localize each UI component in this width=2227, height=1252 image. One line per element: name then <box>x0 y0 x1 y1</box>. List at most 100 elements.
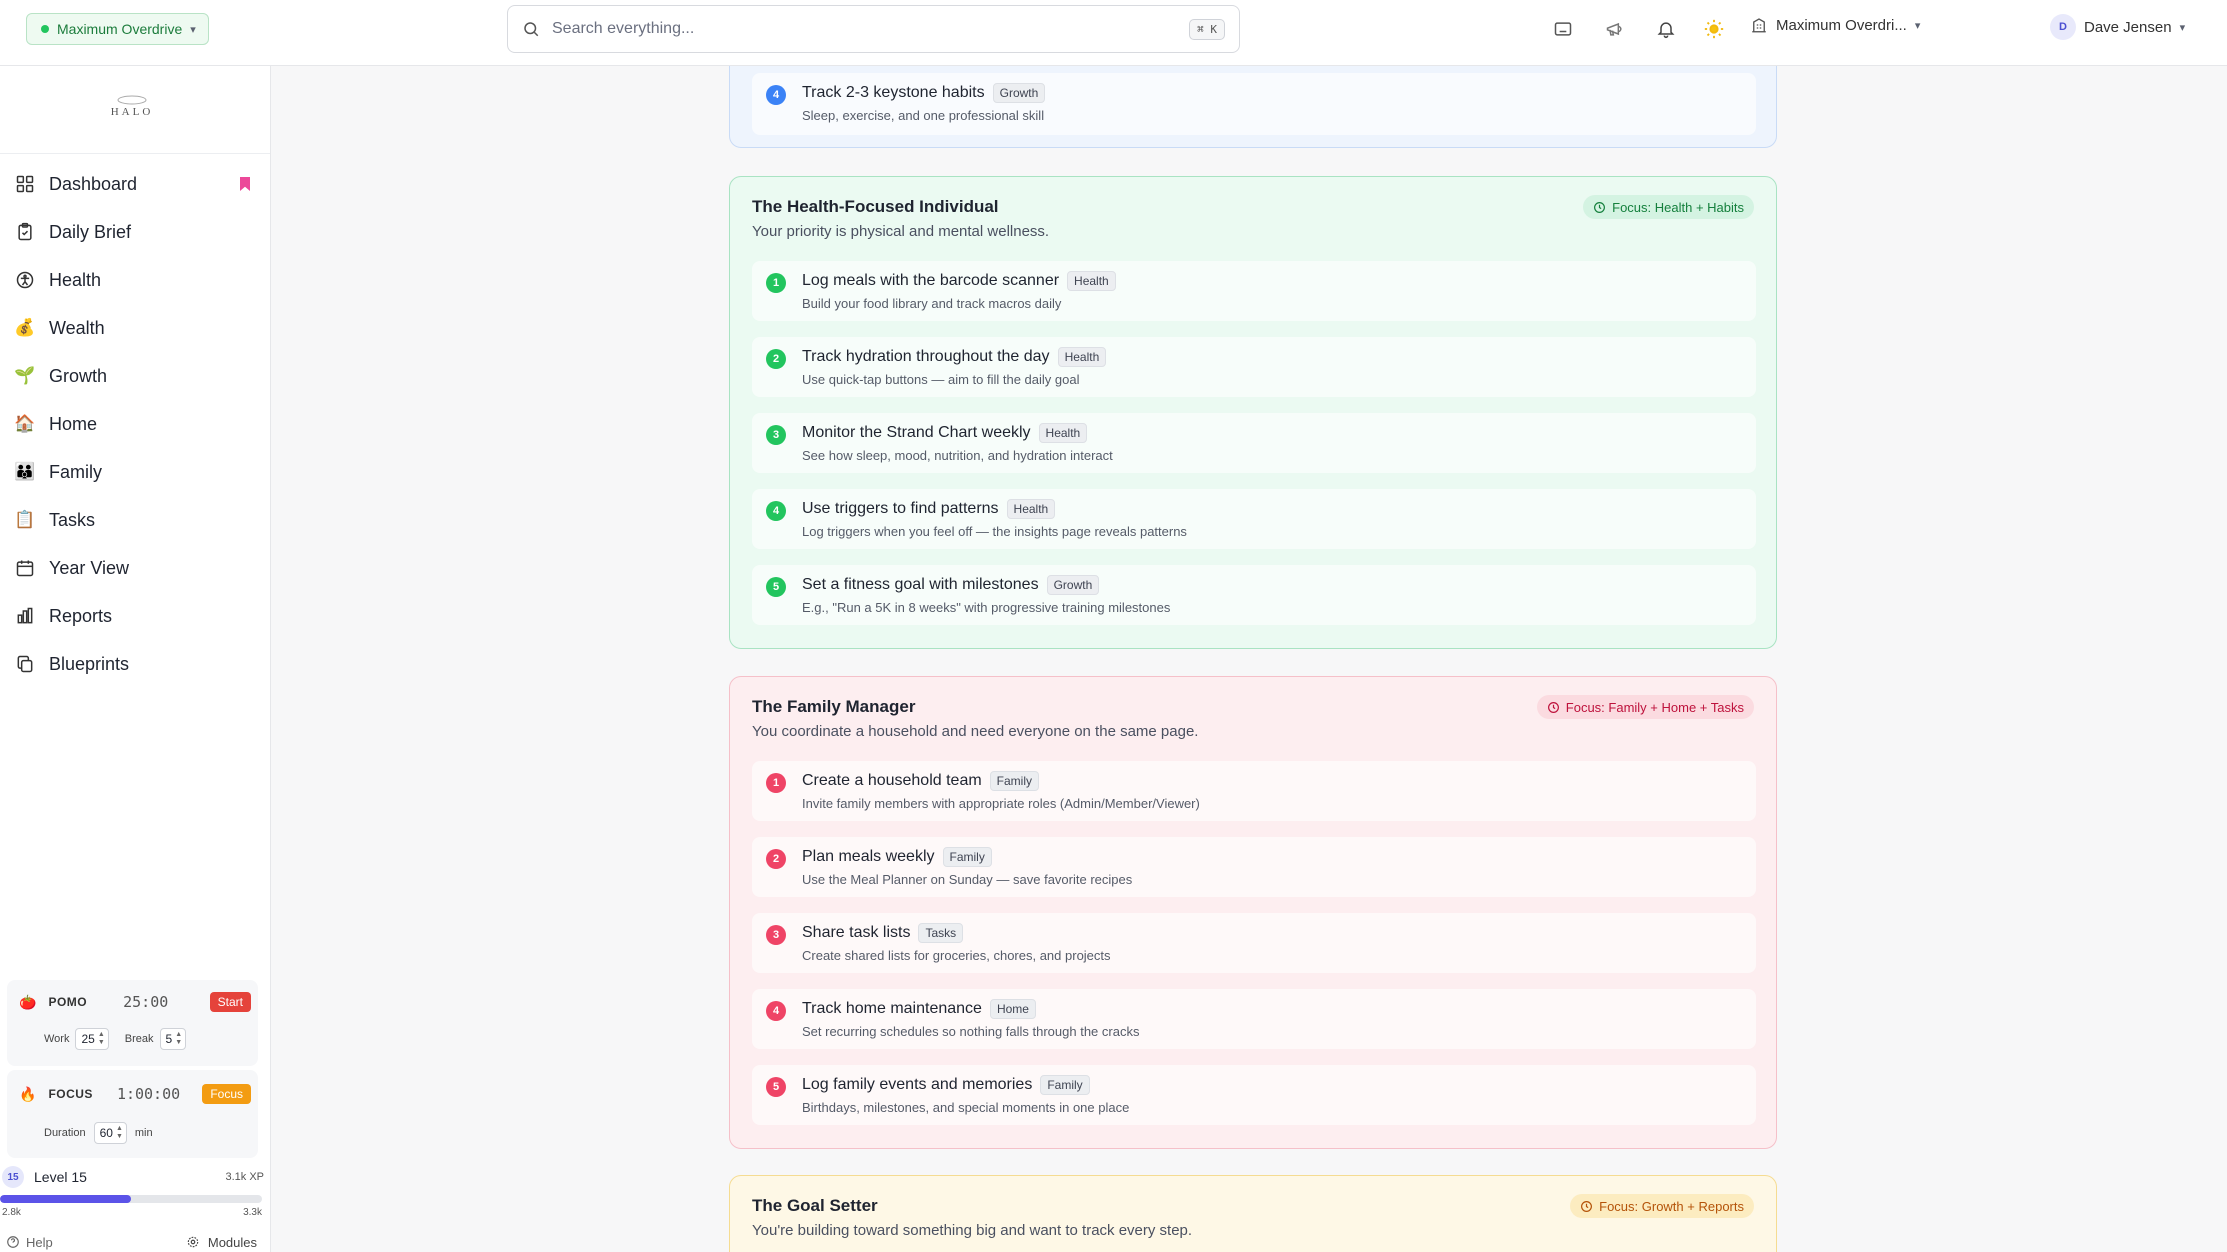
sidebar-item-family[interactable]: 👪 Family <box>0 448 270 496</box>
workspace-name: Maximum Overdri... <box>1776 16 1907 34</box>
chevron-down-icon: ▾ <box>190 23 196 36</box>
step-item[interactable]: 4 Track 2-3 keystone habits Growth Sleep… <box>752 73 1756 135</box>
help-circle-icon <box>7 1236 19 1248</box>
xp-label: 3.1k XP <box>225 1171 264 1183</box>
step-title: Plan meals weekly <box>802 848 935 865</box>
org-switcher[interactable]: Maximum Overdrive ▾ <box>26 13 209 45</box>
step-description: E.g., "Run a 5K in 8 weeks" with progres… <box>802 600 1171 615</box>
step-tag: Tasks <box>918 923 964 943</box>
step-title: Log meals with the barcode scanner <box>802 272 1060 289</box>
step-item[interactable]: 3 Share task lists Tasks Create shared list… <box>752 913 1756 973</box>
house-icon: 🏠 <box>14 414 36 433</box>
clock-icon <box>1581 1200 1593 1212</box>
sun-icon[interactable] <box>1702 17 1726 41</box>
step-item[interactable]: 5 Set a fitness goal with milestones Growt… <box>752 565 1756 625</box>
card-subtitle: You coordinate a household and need ever… <box>752 723 1199 740</box>
step-title-row: Log family events and memories Family <box>802 1075 1090 1095</box>
search-shortcut: ⌘ K <box>1189 18 1225 40</box>
user-menu[interactable]: D Dave Jensen ▾ <box>2050 14 2185 40</box>
step-title: Use triggers to find patterns <box>802 500 999 517</box>
pomo-label: POMO <box>48 995 88 1009</box>
clock-icon <box>1594 201 1606 213</box>
level-row: 15 Level 15 3.1k XP <box>2 1166 264 1188</box>
step-description: Use quick-tap buttons — aim to fill the … <box>802 372 1080 387</box>
search-input[interactable] <box>552 20 1190 38</box>
step-item[interactable]: 4 Track home maintenance Home Set recurring… <box>752 989 1756 1049</box>
avatar: D <box>2050 14 2076 40</box>
step-tag: Health <box>1067 271 1116 291</box>
work-stepper[interactable]: 25 ▲ ▼ <box>75 1028 109 1050</box>
pomo-start-button[interactable]: Start <box>209 992 251 1012</box>
sidebar-item-home[interactable]: 🏠 Home <box>0 400 270 448</box>
sidebar-item-dashboard[interactable]: Dashboard <box>0 160 270 208</box>
step-item[interactable]: 5 Log family events and memories Family Bir… <box>752 1065 1756 1125</box>
focus-button[interactable]: Focus <box>202 1084 251 1104</box>
sidebar-item-year-view[interactable]: Year View <box>0 544 270 592</box>
grid-icon <box>15 174 35 194</box>
stepper-arrows-icon[interactable]: ▲ ▼ <box>116 1125 123 1141</box>
chevron-down-icon: ▾ <box>1914 19 1921 32</box>
search-bar[interactable]: ⌘ K <box>507 5 1240 53</box>
step-title: Create a household team <box>802 772 982 789</box>
step-description: See how sleep, mood, nutrition, and hydr… <box>802 448 1113 463</box>
seedling-icon: 🌱 <box>14 366 36 385</box>
stepper-arrows-icon[interactable]: ▲ ▼ <box>98 1031 105 1047</box>
pomo-time: 25:00 <box>123 993 169 1011</box>
step-number: 1 <box>766 273 786 293</box>
step-item[interactable]: 3 Monitor the Strand Chart weekly Health Se… <box>752 413 1756 473</box>
step-title: Share task lists <box>802 924 911 941</box>
focus-widget: 🔥 FOCUS 1:00:00 Focus Duration 60 ▲ ▼ min <box>7 1070 258 1158</box>
workspace-switcher[interactable]: Maximum Overdri... ▾ <box>1750 16 1920 34</box>
sidebar-item-health[interactable]: Health <box>0 256 270 304</box>
xp-progress-bar <box>0 1195 262 1203</box>
sidebar-item-label: Dashboard <box>49 173 138 194</box>
step-number: 4 <box>766 85 786 105</box>
xp-min: 2.8k <box>2 1207 21 1218</box>
help-label: Help <box>26 1234 53 1250</box>
sidebar-item-tasks[interactable]: 📋 Tasks <box>0 496 270 544</box>
step-tag: Growth <box>1046 575 1100 595</box>
org-name: Maximum Overdrive <box>57 21 183 37</box>
halo-logo[interactable]: HALO <box>104 86 160 126</box>
work-label: Work <box>44 1033 70 1045</box>
step-title: Set a fitness goal with milestones <box>802 576 1039 593</box>
stepper-arrows-icon[interactable]: ▲ ▼ <box>175 1031 182 1047</box>
step-item[interactable]: 1 Log meals with the barcode scanner Healt… <box>752 261 1756 321</box>
tomato-icon: 🍅 <box>19 993 37 1010</box>
modules-link[interactable]: Modules <box>186 1235 257 1250</box>
step-title-row: Create a household team Family <box>802 771 1040 791</box>
step-number: 4 <box>766 1001 786 1021</box>
bell-icon[interactable] <box>1654 17 1678 41</box>
step-title-row: Track hydration throughout the day Health <box>802 347 1107 367</box>
sidebar-item-daily-brief[interactable]: Daily Brief <box>0 208 270 256</box>
user-name: Dave Jensen <box>2084 18 2172 36</box>
help-link[interactable]: Help <box>6 1235 53 1250</box>
xp-progress-fill <box>0 1195 131 1203</box>
step-title-row: Set a fitness goal with milestones Growth <box>802 575 1100 595</box>
step-description: Sleep, exercise, and one professional sk… <box>802 108 1045 123</box>
sidebar-item-wealth[interactable]: 💰 Wealth <box>0 304 270 352</box>
sidebar-item-label: Daily Brief <box>49 221 132 242</box>
step-item[interactable]: 1 Create a household team Family Invite fam… <box>752 761 1756 821</box>
clock-icon <box>1547 701 1559 713</box>
step-item[interactable]: 2 Track hydration throughout the day Healt… <box>752 337 1756 397</box>
logo-arc-icon <box>117 95 147 105</box>
step-tag: Home <box>989 999 1036 1019</box>
blueprint-card-health: The Health-Focused Individual Your prior… <box>729 176 1777 649</box>
break-value: 5 <box>165 1032 173 1046</box>
sidebar-item-label: Health <box>49 269 102 290</box>
sidebar-item-blueprints[interactable]: Blueprints <box>0 640 270 688</box>
calendar-icon <box>15 558 35 578</box>
megaphone-icon[interactable] <box>1603 17 1627 41</box>
step-item[interactable]: 4 Use triggers to find patterns Health Log … <box>752 489 1756 549</box>
keyboard-icon[interactable] <box>1551 17 1575 41</box>
sidebar-item-reports[interactable]: Reports <box>0 592 270 640</box>
step-title-row: Track 2-3 keystone habits Growth <box>802 83 1046 103</box>
break-stepper[interactable]: 5 ▲ ▼ <box>159 1028 187 1050</box>
sidebar-item-growth[interactable]: 🌱 Growth <box>0 352 270 400</box>
step-tag: Family <box>1040 1075 1090 1095</box>
duration-stepper[interactable]: 60 ▲ ▼ <box>93 1122 127 1144</box>
step-number: 5 <box>766 577 786 597</box>
step-number: 2 <box>766 849 786 869</box>
step-item[interactable]: 2 Plan meals weekly Family Use the Meal Pla… <box>752 837 1756 897</box>
